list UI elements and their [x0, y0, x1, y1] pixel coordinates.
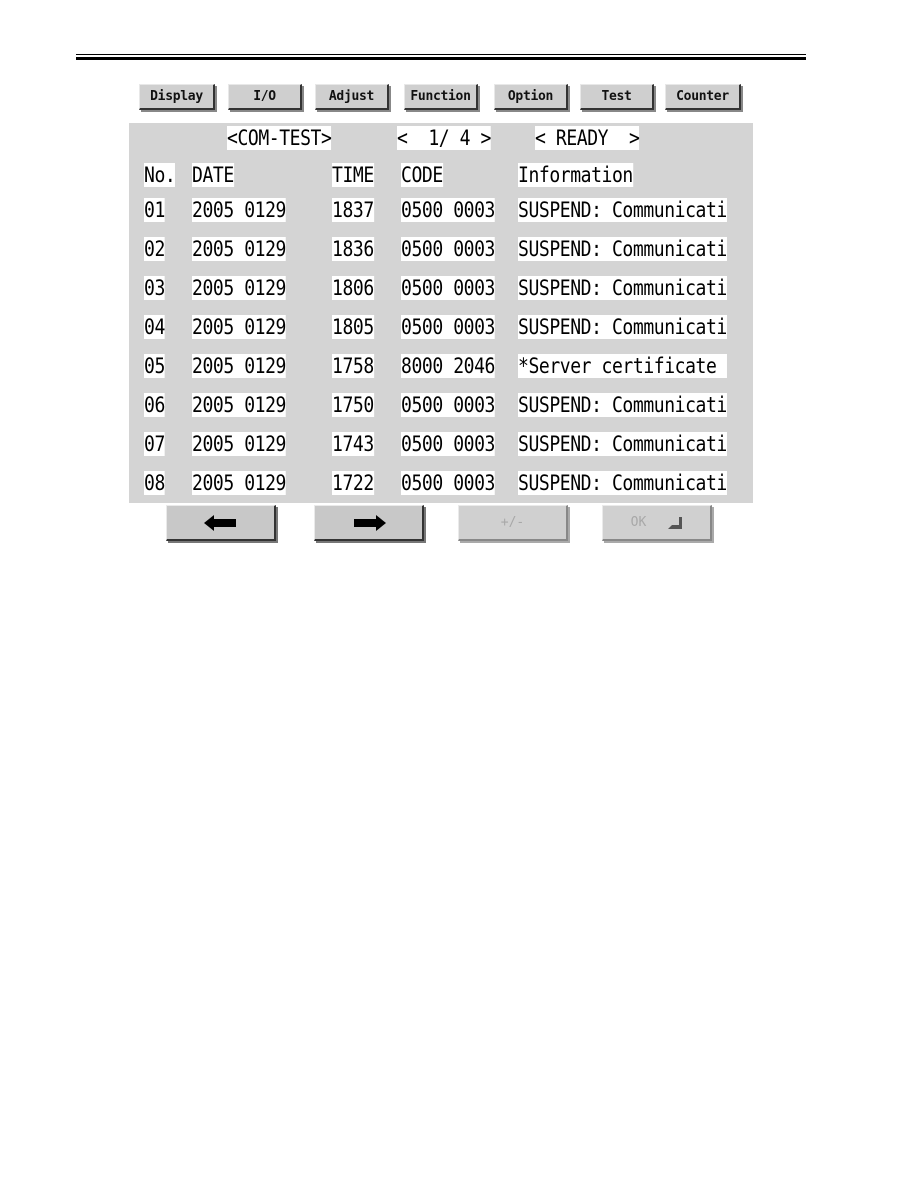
page-indicator[interactable]: < 1/ 4 > — [397, 126, 491, 150]
cell-time: 1806 — [332, 276, 374, 300]
cell-no: 01 — [144, 198, 165, 222]
header-rule-thin — [76, 54, 806, 55]
plus-minus-label: +/- — [500, 515, 525, 530]
prev-page-button[interactable] — [166, 505, 276, 541]
cell-time: 1743 — [332, 432, 374, 456]
cell-code: 0500 0003 — [401, 237, 495, 261]
cell-time: 1836 — [332, 237, 374, 261]
cell-code: 8000 2046 — [401, 354, 495, 378]
column-header-time: TIME — [332, 163, 374, 187]
enter-icon — [668, 516, 683, 529]
cell-information: SUSPEND: Communicati — [518, 276, 727, 300]
mode-title: <COM-TEST> — [227, 126, 332, 150]
cell-information: SUSPEND: Communicati — [518, 471, 727, 495]
cell-code: 0500 0003 — [401, 471, 495, 495]
header-rule-thick — [76, 57, 806, 60]
tab-adjust[interactable]: Adjust — [315, 84, 389, 110]
ok-button[interactable]: OK — [602, 505, 712, 541]
tab-function[interactable]: Function — [404, 84, 478, 110]
cell-code: 0500 0003 — [401, 198, 495, 222]
cell-code: 0500 0003 — [401, 276, 495, 300]
next-page-button[interactable] — [314, 505, 424, 541]
cell-no: 04 — [144, 315, 165, 339]
column-header-code: CODE — [401, 163, 443, 187]
tab-display[interactable]: Display — [139, 84, 215, 110]
column-header-information: Information — [518, 163, 633, 187]
tab-option[interactable]: Option — [494, 84, 568, 110]
plus-minus-button[interactable]: +/- — [458, 505, 568, 541]
cell-time: 1837 — [332, 198, 374, 222]
cell-no: 08 — [144, 471, 165, 495]
cell-date: 2005 0129 — [192, 393, 286, 417]
ok-label: OK — [630, 515, 647, 530]
cell-date: 2005 0129 — [192, 354, 286, 378]
tab-io[interactable]: I/O — [228, 84, 302, 110]
cell-date: 2005 0129 — [192, 432, 286, 456]
cell-time: 1758 — [332, 354, 374, 378]
cell-time: 1722 — [332, 471, 374, 495]
cell-no: 02 — [144, 237, 165, 261]
column-header-date: DATE — [192, 163, 234, 187]
cell-code: 0500 0003 — [401, 315, 495, 339]
cell-no: 03 — [144, 276, 165, 300]
cell-time: 1750 — [332, 393, 374, 417]
cell-no: 05 — [144, 354, 165, 378]
cell-date: 2005 0129 — [192, 198, 286, 222]
cell-date: 2005 0129 — [192, 237, 286, 261]
tab-counter[interactable]: Counter — [665, 84, 741, 110]
cell-information: *Server certificate — [518, 354, 727, 378]
cell-information: SUSPEND: Communicati — [518, 393, 727, 417]
tab-bar: Display I/O Adjust Function Option Test … — [0, 84, 918, 116]
left-arrow-icon — [203, 514, 236, 531]
cell-no: 07 — [144, 432, 165, 456]
cell-date: 2005 0129 — [192, 471, 286, 495]
cell-code: 0500 0003 — [401, 393, 495, 417]
log-panel: <COM-TEST> < 1/ 4 > < READY > No. DATE T… — [129, 123, 753, 503]
cell-information: SUSPEND: Communicati — [518, 315, 727, 339]
cell-date: 2005 0129 — [192, 276, 286, 300]
cell-no: 06 — [144, 393, 165, 417]
column-header-no: No. — [144, 163, 176, 187]
cell-information: SUSPEND: Communicati — [518, 432, 727, 456]
cell-code: 0500 0003 — [401, 432, 495, 456]
cell-information: SUSPEND: Communicati — [518, 237, 727, 261]
cell-information: SUSPEND: Communicati — [518, 198, 727, 222]
tab-test[interactable]: Test — [580, 84, 654, 110]
status-indicator: < READY > — [535, 126, 640, 150]
right-arrow-icon — [353, 514, 386, 531]
cell-date: 2005 0129 — [192, 315, 286, 339]
cell-time: 1805 — [332, 315, 374, 339]
